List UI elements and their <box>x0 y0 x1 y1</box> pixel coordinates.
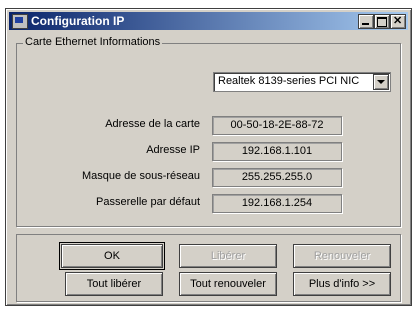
ip-address-label: Adresse IP <box>146 144 200 156</box>
adapter-address-label: Adresse de la carte <box>105 118 200 130</box>
more-info-button[interactable]: Plus d'info >> <box>293 272 391 296</box>
ip-config-window: Configuration IP Carte Ethernet Informat… <box>5 8 412 306</box>
renew-button[interactable]: Renouveler <box>293 244 391 268</box>
adapter-select-value: Realtek 8139-series PCI NIC <box>218 75 360 87</box>
adapter-select[interactable]: Realtek 8139-series PCI NIC <box>213 72 391 92</box>
adapter-address-value: 00-50-18-2E-88-72 <box>212 116 342 135</box>
ethernet-info-group: Carte Ethernet Informations Realtek 8139… <box>16 36 401 227</box>
network-app-icon <box>12 14 28 29</box>
maximize-button[interactable] <box>374 14 390 29</box>
title-bar[interactable]: Configuration IP <box>9 12 408 30</box>
group-title: Carte Ethernet Informations <box>23 36 163 48</box>
button-panel: OK Libérer Renouveler Tout libérer Tout … <box>16 234 401 302</box>
window-title: Configuration IP <box>31 14 125 28</box>
default-gateway-label: Passerelle par défaut <box>96 196 200 208</box>
default-gateway-value: 192.168.1.254 <box>212 194 342 213</box>
minimize-button[interactable] <box>358 14 374 29</box>
ok-button[interactable]: OK <box>59 242 165 270</box>
release-button[interactable]: Libérer <box>179 244 277 268</box>
subnet-mask-value: 255.255.255.0 <box>212 168 342 187</box>
close-button[interactable] <box>390 14 406 29</box>
release-all-button[interactable]: Tout libérer <box>65 272 163 296</box>
subnet-mask-label: Masque de sous-réseau <box>81 170 200 182</box>
ip-address-value: 192.168.1.101 <box>212 142 342 161</box>
renew-all-button[interactable]: Tout renouveler <box>179 272 277 296</box>
chevron-down-icon[interactable] <box>373 74 389 90</box>
